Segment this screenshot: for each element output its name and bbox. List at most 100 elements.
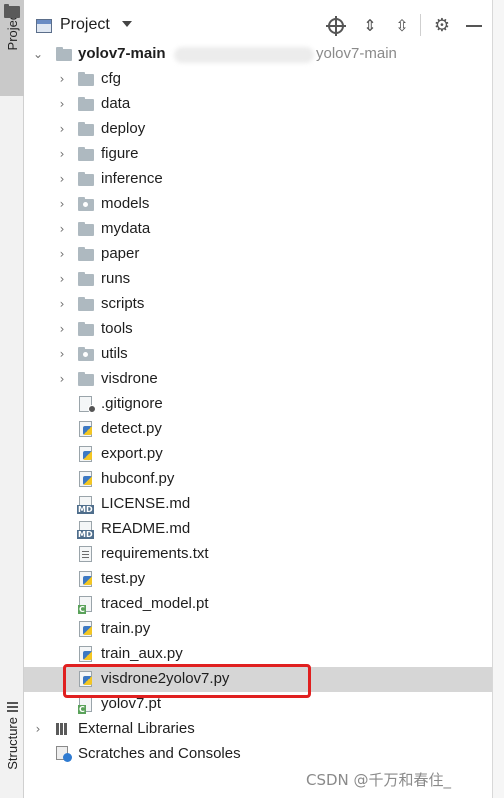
- folder-name: utils: [101, 345, 128, 362]
- file-name: README.md: [101, 520, 191, 537]
- folder-row[interactable]: › models: [24, 192, 492, 217]
- locate-file-button[interactable]: [326, 16, 346, 36]
- file-name: LICENSE.md: [101, 495, 191, 512]
- pt-file-icon: C: [78, 596, 92, 614]
- folder-row[interactable]: › mydata: [24, 217, 492, 242]
- chevron-right-icon[interactable]: ›: [56, 322, 68, 336]
- folder-row[interactable]: › paper: [24, 242, 492, 267]
- settings-button[interactable]: ⚙: [432, 16, 452, 36]
- folder-row[interactable]: › utils: [24, 342, 492, 367]
- folder-icon: [78, 97, 94, 111]
- file-row[interactable]: MD LICENSE.md: [24, 492, 492, 517]
- gitignore-file-icon: [79, 396, 96, 413]
- chevron-right-icon[interactable]: ›: [56, 297, 68, 311]
- minimize-icon: [466, 25, 482, 27]
- pt-file-icon: C: [78, 696, 92, 714]
- scratches-icon: [56, 746, 72, 762]
- folder-name: figure: [101, 145, 139, 162]
- file-row[interactable]: Ctraced_model.pt: [24, 592, 492, 617]
- folder-row[interactable]: › inference: [24, 167, 492, 192]
- structure-icon: [6, 702, 18, 713]
- chevron-right-icon[interactable]: ›: [56, 72, 68, 86]
- folder-icon: [78, 72, 94, 86]
- python-file-icon: [79, 421, 92, 437]
- chevron-right-icon[interactable]: ›: [56, 122, 68, 136]
- chevron-right-icon[interactable]: ›: [56, 172, 68, 186]
- folder-name: scripts: [101, 295, 145, 312]
- file-name: test.py: [101, 570, 146, 587]
- hide-panel-button[interactable]: [464, 16, 484, 36]
- chevron-down-icon[interactable]: [122, 21, 132, 27]
- folder-row[interactable]: › tools: [24, 317, 492, 342]
- root-folder-name: yolov7-main: [78, 45, 166, 62]
- folder-icon: [78, 172, 94, 186]
- folder-row[interactable]: › scripts: [24, 292, 492, 317]
- folder-name: runs: [101, 270, 131, 287]
- library-icon: [56, 722, 70, 736]
- folder-icon: [78, 147, 94, 161]
- folder-name: mydata: [101, 220, 151, 237]
- folder-row[interactable]: › data: [24, 92, 492, 117]
- c-badge: C: [78, 705, 86, 714]
- scratches-row[interactable]: Scratches and Consoles: [24, 742, 492, 767]
- folder-row[interactable]: › figure: [24, 142, 492, 167]
- c-badge: C: [78, 605, 86, 614]
- file-name: train.py: [101, 620, 151, 637]
- chevron-right-icon[interactable]: ›: [56, 147, 68, 161]
- expand-all-button[interactable]: ⇕: [360, 16, 380, 36]
- folder-name: paper: [101, 245, 140, 262]
- file-row[interactable]: test.py: [24, 567, 492, 592]
- folder-row[interactable]: › visdrone: [24, 367, 492, 392]
- file-row[interactable]: train.py: [24, 617, 492, 642]
- file-name: traced_model.pt: [101, 595, 209, 612]
- project-view-selector[interactable]: Project: [60, 16, 110, 34]
- external-libraries-label: External Libraries: [78, 720, 195, 737]
- folder-icon: [56, 47, 72, 61]
- chevron-right-icon[interactable]: ›: [56, 372, 68, 386]
- file-row[interactable]: requirements.txt: [24, 542, 492, 567]
- folder-row[interactable]: › cfg: [24, 67, 492, 92]
- root-folder-path: yolov7-main: [316, 45, 397, 62]
- chevron-right-icon[interactable]: ›: [56, 247, 68, 261]
- folder-icon: [78, 372, 94, 386]
- file-row[interactable]: export.py: [24, 442, 492, 467]
- chevron-right-icon[interactable]: ›: [56, 197, 68, 211]
- chevron-right-icon[interactable]: ›: [32, 722, 44, 736]
- file-row[interactable]: MD README.md: [24, 517, 492, 542]
- folder-row[interactable]: › runs: [24, 267, 492, 292]
- md-badge: MD: [77, 530, 94, 539]
- chevron-right-icon[interactable]: ›: [56, 97, 68, 111]
- folder-icon: [78, 322, 94, 336]
- md-badge: MD: [77, 505, 94, 514]
- text-file-icon: [79, 546, 92, 562]
- folder-icon: [78, 272, 94, 286]
- external-libraries-row[interactable]: › External Libraries: [24, 717, 492, 742]
- chevron-right-icon[interactable]: ›: [56, 347, 68, 361]
- file-row[interactable]: hubconf.py: [24, 467, 492, 492]
- structure-tool-button[interactable]: Structure: [0, 702, 24, 798]
- file-row[interactable]: .gitignore: [24, 392, 492, 417]
- left-tool-stripe: Project Structure: [0, 0, 24, 798]
- python-file-icon: [79, 571, 92, 587]
- folder-icon: [78, 197, 94, 211]
- collapse-all-button[interactable]: ⇳: [392, 16, 412, 36]
- python-file-icon: [79, 471, 92, 487]
- python-file-icon: [79, 446, 92, 462]
- crosshair-icon: [326, 16, 346, 36]
- file-name: requirements.txt: [101, 545, 209, 562]
- chevron-right-icon[interactable]: ›: [56, 222, 68, 236]
- folder-row[interactable]: › deploy: [24, 117, 492, 142]
- project-tree: ⌄ yolov7-main yolov7-main › cfg › data › depl…: [24, 42, 492, 767]
- chevron-down-icon[interactable]: ⌄: [32, 47, 44, 61]
- tree-root-row[interactable]: ⌄ yolov7-main yolov7-main: [24, 42, 492, 67]
- right-edge-stripe: [492, 0, 504, 798]
- file-row[interactable]: detect.py: [24, 417, 492, 442]
- markdown-file-icon: MD: [77, 496, 94, 514]
- folder-icon: [78, 222, 94, 236]
- gear-icon: ⚙: [433, 15, 451, 36]
- project-tool-button[interactable]: Project: [0, 0, 24, 96]
- structure-tool-label: Structure: [4, 717, 20, 770]
- chevron-right-icon[interactable]: ›: [56, 272, 68, 286]
- folder-icon: [4, 4, 20, 18]
- folder-name: visdrone: [101, 370, 158, 387]
